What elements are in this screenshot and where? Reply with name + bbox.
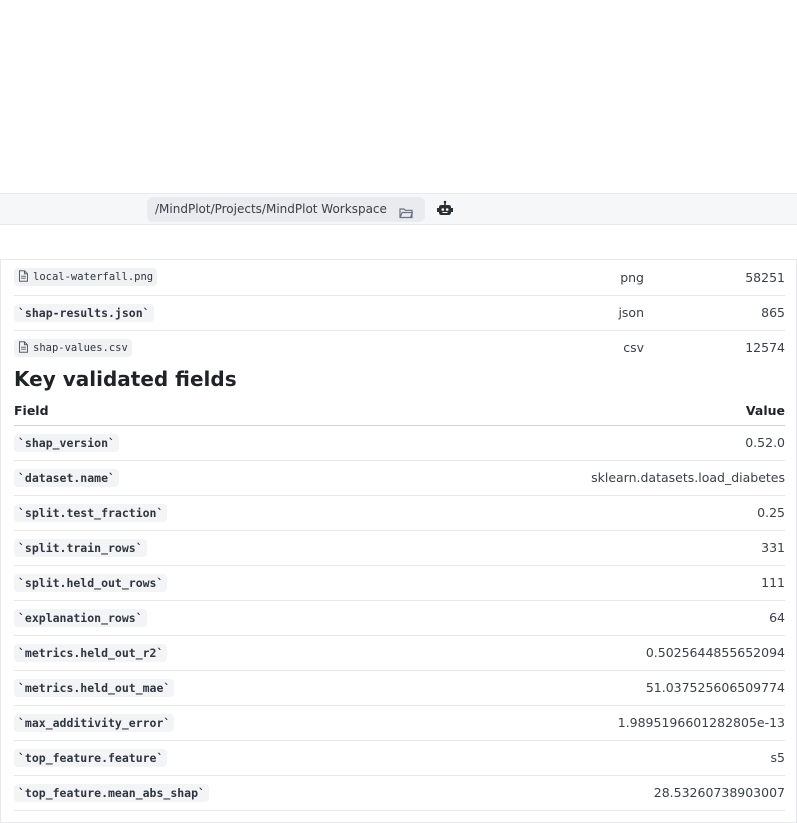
fields-table: Field Value `shap_version` 0.52.0 `dataset… bbox=[14, 397, 785, 811]
column-header-value: Value bbox=[400, 397, 785, 426]
file-type: png bbox=[574, 260, 644, 296]
table-row: `metrics.held_out_r2` 0.5025644855652094 bbox=[14, 635, 785, 671]
table-row: `metrics.held_out_mae` 51.037525606509774 bbox=[14, 670, 785, 706]
field-name-cell: `top_feature.mean_abs_shap` bbox=[14, 775, 401, 811]
field-name-cell: `metrics.held_out_mae` bbox=[14, 670, 401, 706]
file-link[interactable]: local-waterfall.png bbox=[14, 268, 158, 287]
file-row[interactable]: `shap-results.json` json 865 bbox=[14, 295, 785, 331]
table-row: `shap_version` 0.52.0 bbox=[14, 425, 785, 461]
file-type: csv bbox=[623, 340, 644, 356]
field-name-cell: `shap_version` bbox=[14, 425, 401, 461]
section-heading: Key validated fields bbox=[14, 367, 237, 391]
field-name: `top_feature.mean_abs_shap` bbox=[14, 783, 209, 802]
table-row: `top_feature.feature` s5 bbox=[14, 740, 785, 776]
file-name-code: `shap-results.json` bbox=[14, 303, 154, 322]
field-value: 1.9895196601282805e-13 bbox=[400, 705, 785, 741]
column-header-field: Field bbox=[14, 397, 401, 426]
workspace-path[interactable]: /MindPlot/Projects/MindPlot Workspace bbox=[147, 197, 425, 222]
field-name-cell: `explanation_rows` bbox=[14, 600, 401, 636]
file-link[interactable]: shap-values.csv bbox=[14, 338, 132, 357]
field-name-cell: `split.train_rows` bbox=[14, 530, 401, 566]
field-name: `split.held_out_rows` bbox=[14, 573, 168, 592]
field-name: `split.test_fraction` bbox=[14, 503, 168, 522]
field-value: 0.52.0 bbox=[400, 425, 785, 461]
field-name-cell: `max_additivity_error` bbox=[14, 705, 401, 741]
file-name-cell: shap-values.csv bbox=[14, 330, 574, 365]
secondary-toolbar bbox=[0, 225, 797, 260]
field-name: `explanation_rows` bbox=[14, 608, 147, 627]
table-header-row: Field Value bbox=[14, 397, 785, 426]
file-table: local-waterfall.png png 58251 `shap-results… bbox=[14, 260, 785, 365]
file-size: 865 bbox=[644, 295, 785, 331]
field-name: `max_additivity_error` bbox=[14, 713, 175, 732]
field-name-cell: `metrics.held_out_r2` bbox=[14, 635, 401, 671]
file-size: 58251 bbox=[644, 260, 785, 296]
robot-icon[interactable] bbox=[435, 200, 455, 218]
field-name-cell: `top_feature.feature` bbox=[14, 740, 401, 776]
file-row[interactable]: local-waterfall.png png 58251 bbox=[14, 260, 785, 296]
field-name-cell: `dataset.name` bbox=[14, 460, 401, 496]
field-value: 0.5025644855652094 bbox=[400, 635, 785, 671]
field-value: sklearn.datasets.load_diabetes bbox=[400, 460, 785, 496]
table-row: `split.held_out_rows` 111 bbox=[14, 565, 785, 601]
workspace-toolbar: /MindPlot/Projects/MindPlot Workspace bbox=[0, 193, 797, 225]
field-name: `shap_version` bbox=[14, 433, 119, 452]
table-row: `split.train_rows` 331 bbox=[14, 530, 785, 566]
workspace-path-label: /MindPlot/Projects/MindPlot Workspace bbox=[155, 202, 387, 216]
field-value: s5 bbox=[400, 740, 785, 776]
file-name-cell: local-waterfall.png bbox=[14, 260, 574, 296]
field-value: 111 bbox=[400, 565, 785, 601]
table-row: `top_feature.mean_abs_shap` 28.5326073890… bbox=[14, 775, 785, 811]
document-content: local-waterfall.png png 58251 `shap-results… bbox=[0, 260, 797, 823]
file-type: json bbox=[574, 295, 644, 331]
table-row: `split.test_fraction` 0.25 bbox=[14, 495, 785, 531]
file-row[interactable]: shap-values.csv csv 12574 bbox=[14, 330, 785, 365]
file-icon bbox=[19, 270, 28, 282]
field-name: `metrics.held_out_r2` bbox=[14, 643, 168, 662]
table-row: `explanation_rows` 64 bbox=[14, 600, 785, 636]
table-row: `max_additivity_error` 1.9895196601282805… bbox=[14, 705, 785, 741]
field-value: 28.53260738903007 bbox=[400, 775, 785, 811]
file-icon bbox=[19, 341, 28, 353]
field-value: 331 bbox=[400, 530, 785, 566]
field-name: `metrics.held_out_mae` bbox=[14, 678, 175, 697]
field-name: `dataset.name` bbox=[14, 468, 119, 487]
field-name-cell: `split.held_out_rows` bbox=[14, 565, 401, 601]
field-name: `top_feature.feature` bbox=[14, 748, 168, 767]
field-value: 0.25 bbox=[400, 495, 785, 531]
field-value: 51.037525606509774 bbox=[400, 670, 785, 706]
field-value: 64 bbox=[400, 600, 785, 636]
field-name: `split.train_rows` bbox=[14, 538, 147, 557]
field-name-cell: `split.test_fraction` bbox=[14, 495, 401, 531]
table-row: `dataset.name` sklearn.datasets.load_diab… bbox=[14, 460, 785, 496]
file-size: 12574 bbox=[745, 340, 785, 356]
file-name: shap-values.csv bbox=[33, 341, 128, 354]
file-name-cell: `shap-results.json` bbox=[14, 295, 574, 331]
file-name: local-waterfall.png bbox=[33, 271, 154, 284]
